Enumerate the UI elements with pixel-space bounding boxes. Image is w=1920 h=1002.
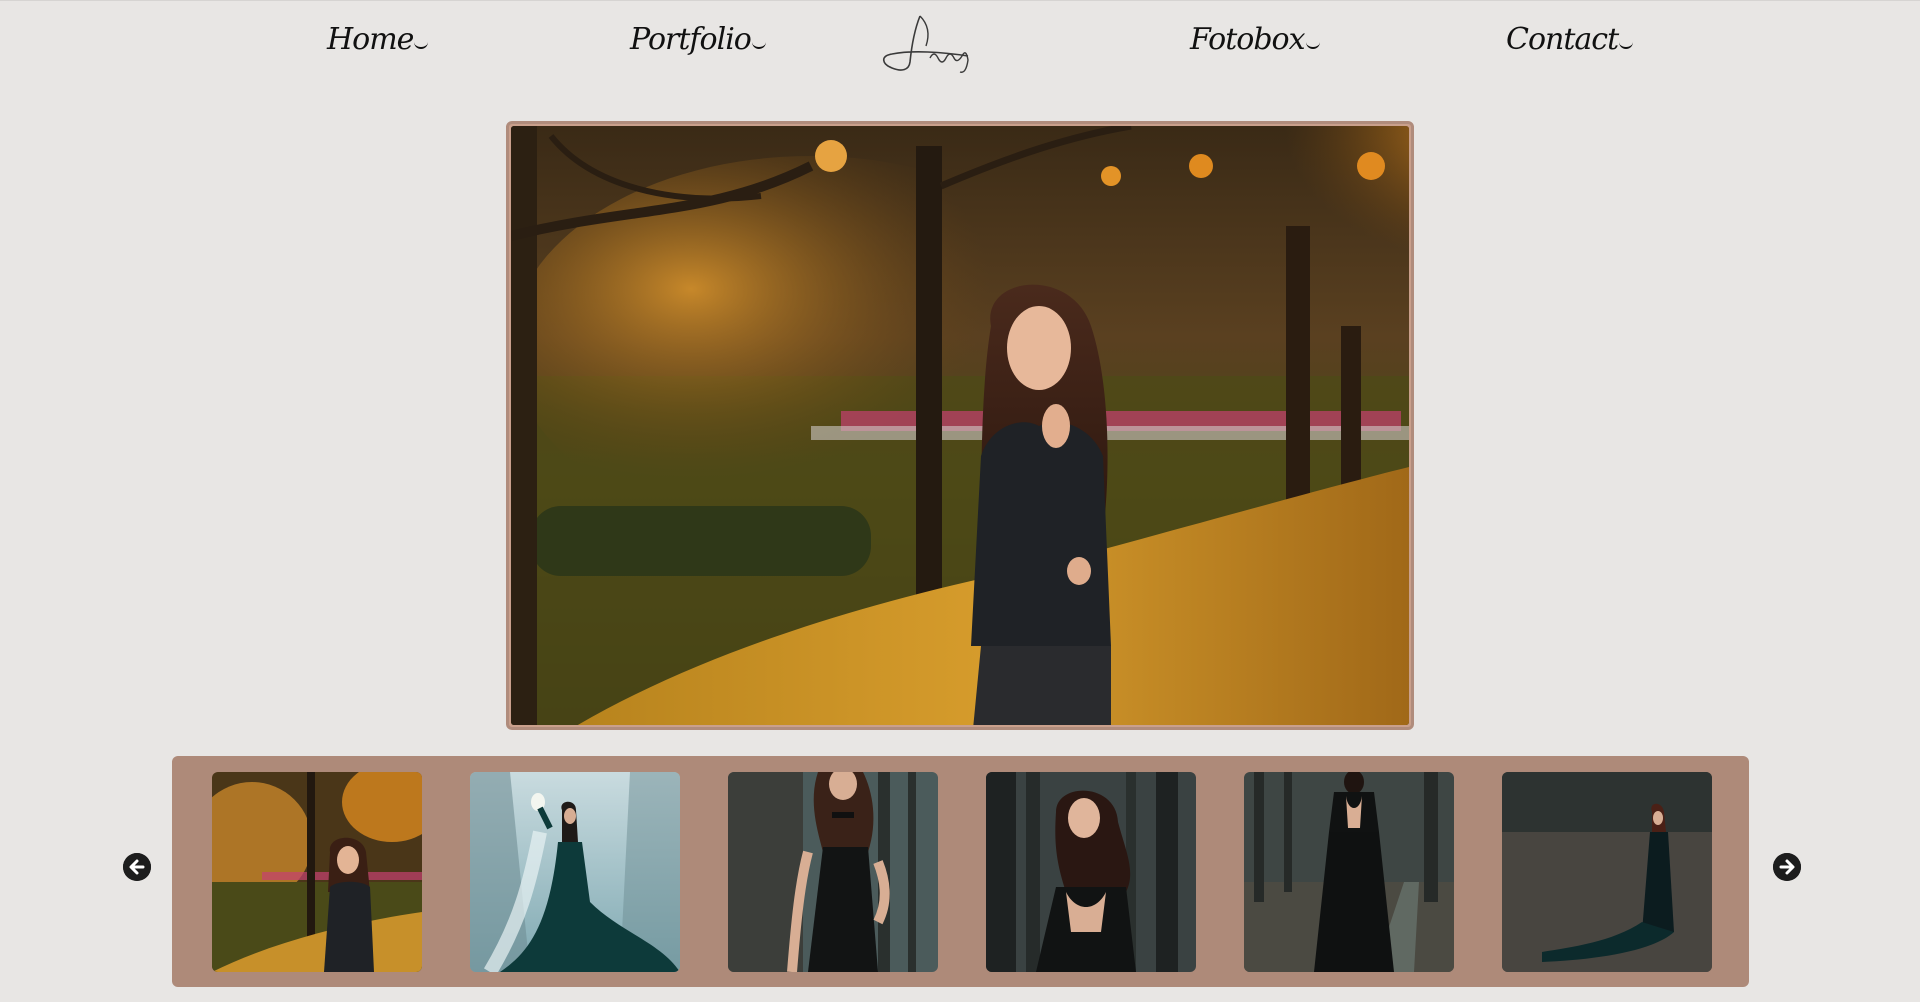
thumbnail-3-image: [728, 772, 938, 972]
thumbnail-4[interactable]: [986, 772, 1196, 972]
nav-fotobox-link[interactable]: Fotobox: [1190, 22, 1320, 57]
thumbnail-strip: [172, 756, 1749, 987]
main-photo-frame: [506, 121, 1414, 730]
nav-contact-link[interactable]: Contact: [1506, 22, 1634, 57]
next-arrow-button[interactable]: [1773, 853, 1801, 881]
thumbnail-6-image: [1502, 772, 1712, 972]
thumbnail-1[interactable]: [212, 772, 422, 972]
main-photo: [511, 126, 1409, 725]
nav-portfolio-label: Portfolio: [630, 22, 752, 57]
thumbnail-6[interactable]: [1502, 772, 1712, 972]
nav-fotobox-label: Fotobox: [1190, 22, 1306, 57]
signature-logo[interactable]: [872, 12, 982, 78]
signature-logo-graphic: [882, 15, 969, 73]
arrow-left-circle-icon: [123, 853, 151, 881]
thumbnail-3[interactable]: [728, 772, 938, 972]
thumbnail-2-image: [470, 772, 680, 972]
thumbnail-4-image: [986, 772, 1196, 972]
prev-arrow-button[interactable]: [123, 853, 151, 881]
nav-contact-label: Contact: [1506, 22, 1619, 57]
nav-portfolio-link[interactable]: Portfolio: [630, 22, 766, 57]
thumbnail-1-image: [212, 772, 422, 972]
thumbnail-5[interactable]: [1244, 772, 1454, 972]
thumbnail-2[interactable]: [470, 772, 680, 972]
main-photo-image: [511, 126, 1409, 725]
nav-home-link[interactable]: Home: [327, 22, 429, 57]
arrow-right-circle-icon: [1773, 853, 1801, 881]
main-nav: Home Portfolio Fotobox Contact: [0, 0, 1920, 92]
nav-home-label: Home: [327, 22, 414, 57]
thumbnail-5-image: [1244, 772, 1454, 972]
